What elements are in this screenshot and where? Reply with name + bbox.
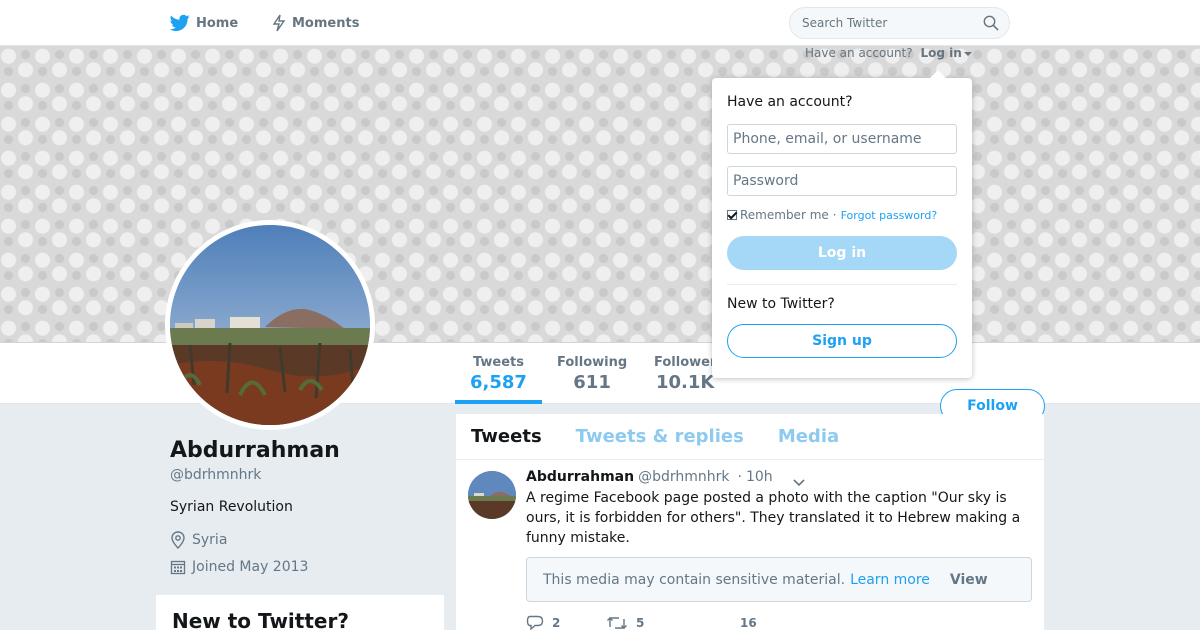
login-dropdown-title: Have an account?	[727, 94, 853, 110]
new-to-twitter-heading: New to Twitter?	[172, 609, 349, 630]
tweet-header: Abdurrahman @bdrhmnhrk · 10h	[526, 469, 773, 485]
like-button[interactable]: 16	[716, 616, 757, 630]
login-dropdown: Have an account? Remember me · Forgot pa…	[712, 70, 972, 378]
heart-icon	[716, 616, 732, 630]
tab-media[interactable]: Media	[778, 426, 839, 447]
nav-moments[interactable]: Moments	[272, 0, 359, 46]
tweet-screen-name[interactable]: @bdrhmnhrk	[638, 469, 729, 485]
account-hint-text: Have an account?	[805, 46, 913, 60]
stat-label: Follower	[654, 355, 717, 370]
twitter-bird-icon	[170, 14, 190, 32]
reply-icon	[526, 615, 544, 630]
forgot-password-link[interactable]: Forgot password?	[841, 209, 938, 222]
login-button[interactable]: Log in	[727, 236, 957, 270]
profile-joined-text: Joined May 2013	[192, 559, 309, 575]
lightning-icon	[272, 14, 286, 32]
stat-following[interactable]: Following 611	[557, 355, 627, 393]
login-dropdown-toggle[interactable]: Log in	[920, 46, 972, 60]
magnifier-icon[interactable]	[983, 15, 999, 35]
profile-location: Syria	[170, 531, 227, 549]
tweet-avatar[interactable]	[468, 471, 516, 519]
calendar-icon	[170, 559, 186, 575]
tab-tweets-replies[interactable]: Tweets & replies	[576, 426, 744, 447]
retweet-icon	[606, 615, 628, 630]
reply-count: 2	[552, 616, 561, 630]
username-field[interactable]	[727, 124, 957, 154]
search-input[interactable]	[790, 8, 965, 38]
divider	[727, 284, 957, 285]
location-pin-icon	[170, 531, 186, 549]
profile-location-text: Syria	[192, 532, 228, 548]
retweet-button[interactable]: 5	[606, 615, 716, 630]
like-count: 16	[740, 616, 757, 630]
profile-avatar[interactable]	[165, 220, 375, 430]
stat-label: Tweets	[472, 355, 524, 370]
profile-joined: Joined May 2013	[170, 559, 308, 575]
stat-label: Following	[557, 355, 628, 370]
signup-button[interactable]: Sign up	[727, 324, 957, 358]
active-stat-indicator	[455, 400, 542, 404]
stat-value: 6,587	[470, 372, 527, 393]
tab-tweets[interactable]: Tweets	[471, 426, 542, 447]
profile-bio: Syrian Revolution	[170, 499, 293, 515]
sensitive-text: This media may contain sensitive materia…	[543, 571, 846, 588]
sensitive-media-notice: This media may contain sensitive materia…	[526, 557, 1032, 602]
stat-followers[interactable]: Follower 10.1K	[654, 355, 716, 393]
top-nav: Home Moments	[0, 0, 1200, 46]
remember-separator: ·	[832, 208, 837, 222]
tweet-text: A regime Facebook page posted a photo wi…	[526, 490, 1021, 546]
tweet-time[interactable]: 10h	[746, 469, 773, 485]
login-toggle-label: Log in	[920, 46, 962, 60]
remember-checkbox[interactable]	[727, 210, 737, 220]
learn-more-link[interactable]: Learn more	[850, 572, 930, 588]
nav-moments-label: Moments	[292, 15, 360, 31]
tweet-actions: 2 5 16	[526, 615, 757, 630]
remember-label[interactable]: Remember me	[740, 208, 829, 222]
password-field[interactable]	[727, 166, 957, 196]
new-to-twitter-label: New to Twitter?	[727, 296, 835, 312]
nav-home[interactable]: Home	[170, 0, 238, 46]
view-media-button[interactable]: View	[950, 572, 988, 588]
stat-value: 611	[573, 372, 611, 393]
timeline-tabs: Tweets Tweets & replies Media	[456, 414, 1044, 460]
search-box	[789, 7, 1010, 39]
stat-tweets[interactable]: Tweets 6,587	[470, 355, 527, 393]
reply-button[interactable]: 2	[526, 615, 606, 630]
timeline: Tweets Tweets & replies Media Abdurrahma…	[456, 414, 1044, 630]
nav-home-label: Home	[196, 15, 239, 31]
profile-name: Abdurrahman	[170, 438, 340, 463]
remember-row: Remember me · Forgot password?	[727, 208, 937, 222]
new-to-twitter-card: New to Twitter?	[156, 595, 444, 630]
stat-value: 10.1K	[656, 372, 715, 393]
profile-handle: @bdrhmnhrk	[170, 467, 262, 483]
retweet-count: 5	[636, 616, 645, 630]
tweet-fullname[interactable]: Abdurrahman	[526, 469, 634, 485]
tweet-dot: ·	[737, 469, 742, 485]
caret-down-icon	[963, 51, 972, 56]
account-hint: Have an account? Log in	[805, 46, 972, 60]
